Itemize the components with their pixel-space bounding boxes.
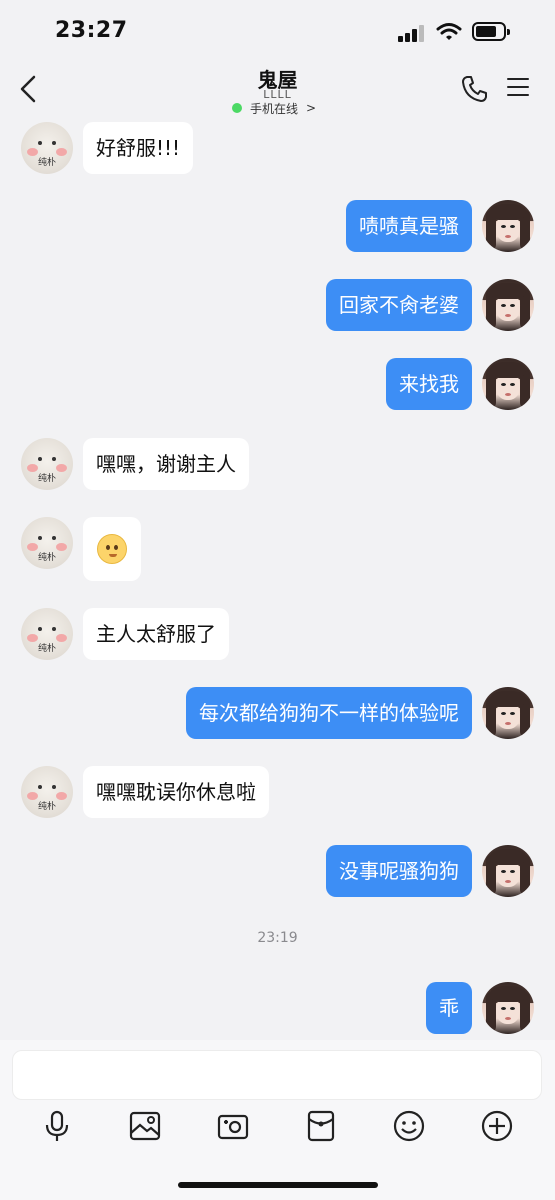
online-status-label: 手机在线	[250, 101, 299, 116]
self-avatar[interactable]	[482, 982, 534, 1034]
message-input[interactable]	[12, 1050, 542, 1100]
chat-header: 鬼屋 LLLL 手机在线 >	[0, 62, 555, 120]
red-packet-icon[interactable]	[303, 1108, 339, 1144]
message-bubble-outgoing[interactable]: 没事呢骚狗狗	[326, 845, 472, 897]
menu-icon[interactable]	[507, 78, 529, 98]
home-indicator[interactable]	[178, 1182, 378, 1188]
emoji-icon[interactable]	[391, 1108, 427, 1144]
status-time: 23:27	[55, 18, 128, 43]
message-bubble-outgoing[interactable]: 乖	[426, 982, 472, 1034]
message-timestamp: 23:19	[257, 930, 298, 946]
chat-screen: 23:27 鬼屋 LLLL 手机在线 > 纯朴 好舒服!!! 啧啧真是骚 回家不…	[0, 0, 555, 1200]
contact-avatar[interactable]: 纯朴	[21, 608, 73, 660]
self-avatar[interactable]	[482, 358, 534, 410]
wifi-icon	[436, 23, 462, 40]
message-bubble-incoming[interactable]: 主人太舒服了	[83, 608, 229, 660]
self-avatar[interactable]	[482, 279, 534, 331]
contact-avatar[interactable]: 纯朴	[21, 122, 73, 174]
shy-face-emoji-icon	[97, 534, 127, 564]
contact-avatar[interactable]: 纯朴	[21, 517, 73, 569]
message-bubble-incoming[interactable]: 嘿嘿，谢谢主人	[83, 438, 249, 490]
message-bubble-emoji[interactable]	[83, 517, 141, 581]
message-bubble-incoming[interactable]: 嘿嘿耽误你休息啦	[83, 766, 269, 818]
message-bubble-outgoing[interactable]: 每次都给狗狗不一样的体验呢	[186, 687, 472, 739]
self-avatar[interactable]	[482, 845, 534, 897]
camera-icon[interactable]	[215, 1108, 251, 1144]
input-toolbar	[0, 1108, 555, 1146]
self-avatar[interactable]	[482, 687, 534, 739]
self-avatar[interactable]	[482, 200, 534, 252]
contact-avatar[interactable]: 纯朴	[21, 766, 73, 818]
contact-avatar[interactable]: 纯朴	[21, 438, 73, 490]
image-icon[interactable]	[127, 1108, 163, 1144]
message-bubble-incoming[interactable]: 好舒服!!!	[83, 122, 194, 174]
status-bar: 23:27	[0, 0, 555, 62]
cellular-signal-icon	[398, 24, 428, 42]
message-bubble-outgoing[interactable]: 啧啧真是骚	[346, 200, 472, 252]
battery-icon	[472, 22, 510, 41]
plus-icon[interactable]	[479, 1108, 515, 1144]
online-dot-icon	[232, 103, 242, 113]
microphone-icon[interactable]	[39, 1108, 75, 1144]
online-status[interactable]: 手机在线 >	[232, 100, 316, 116]
phone-call-icon[interactable]	[460, 74, 490, 104]
message-bubble-outgoing[interactable]: 回家不肏老婆	[326, 279, 472, 331]
message-bubble-outgoing[interactable]: 来找我	[386, 358, 472, 410]
chevron-right-icon: >	[306, 101, 317, 115]
